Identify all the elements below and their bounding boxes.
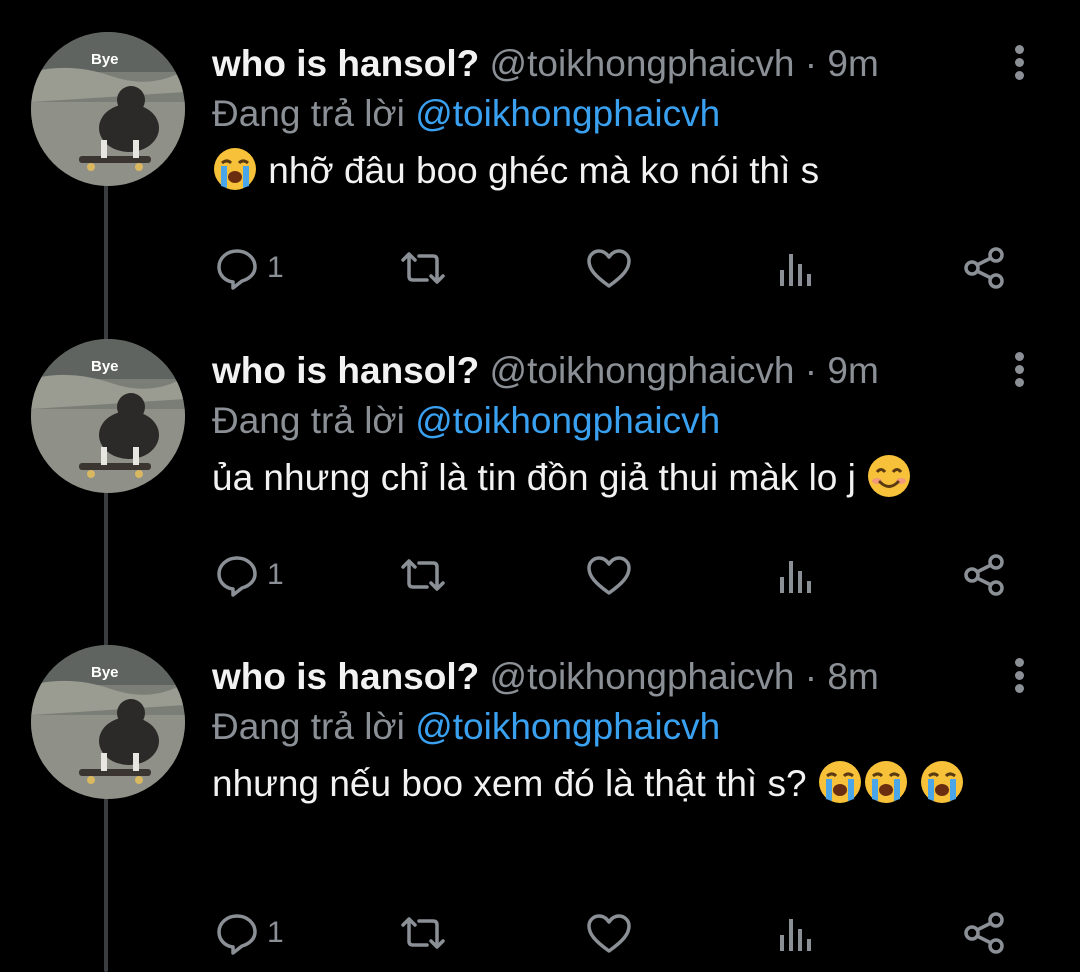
analytics-button[interactable] xyxy=(776,905,816,961)
reply-count: 1 xyxy=(267,916,284,949)
retweet-button[interactable] xyxy=(397,240,449,296)
tweet-timestamp[interactable]: 9m xyxy=(827,43,878,84)
vertical-dots-icon xyxy=(1014,352,1024,361)
reply-button[interactable]: 1 xyxy=(215,905,284,961)
heart-icon xyxy=(587,556,631,595)
speech-bubble-icon xyxy=(217,249,257,290)
tweet-actions: 1 xyxy=(0,547,1080,603)
reply-context: Đang trả lời @toikhongphaicvh xyxy=(212,90,1080,138)
reply-button[interactable]: 1 xyxy=(215,547,284,603)
bar-chart-icon xyxy=(780,254,811,286)
reply-prefix: Đang trả lời xyxy=(212,706,405,747)
share-button[interactable] xyxy=(962,240,1008,296)
separator-dot: · xyxy=(804,656,818,697)
separator-dot: · xyxy=(804,43,818,84)
speech-bubble-icon xyxy=(217,914,257,955)
more-options-button[interactable] xyxy=(1004,349,1034,395)
analytics-button[interactable] xyxy=(776,240,816,296)
avatar-label: Bye xyxy=(91,51,119,68)
share-icon xyxy=(964,912,1004,954)
tweet-text-block: ủa nhưng chỉ là tin đồn giả thui màk lo … xyxy=(212,451,1032,505)
heart-icon xyxy=(587,249,631,288)
tweet-header: who is hansol? @toikhongphaicvh · 9m xyxy=(212,347,1080,395)
retweet-icon xyxy=(401,917,445,949)
tweet-text-block: nhỡ đâu boo ghéc mà ko nói thì s xyxy=(212,144,1032,198)
tweet-text-block: nhưng nếu boo xem đó là thật thì s? xyxy=(212,757,1012,811)
like-button[interactable] xyxy=(585,240,633,296)
tweet-text: nhưng nếu boo xem đó là thật thì s? xyxy=(212,763,807,804)
tweet-header: who is hansol? @toikhongphaicvh · 8m xyxy=(212,653,1080,701)
author-handle[interactable]: @toikhongphaicvh xyxy=(490,350,795,391)
more-options-button[interactable] xyxy=(1004,655,1034,701)
loudly-crying-face-icon xyxy=(863,759,909,805)
vertical-dots-icon xyxy=(1014,658,1024,667)
heart-icon xyxy=(587,914,631,953)
reply-button[interactable]: 1 xyxy=(215,240,284,296)
loudly-crying-face-icon xyxy=(212,146,258,192)
share-icon xyxy=(964,247,1004,289)
tweet-timestamp[interactable]: 9m xyxy=(827,350,878,391)
loudly-crying-face-icon xyxy=(817,759,863,805)
reply-to-handle[interactable]: @toikhongphaicvh xyxy=(415,706,720,747)
bar-chart-icon xyxy=(780,561,811,593)
tweet-actions: 1 xyxy=(0,240,1080,296)
share-button[interactable] xyxy=(962,547,1008,603)
author-name[interactable]: who is hansol? xyxy=(212,43,479,84)
more-options-button[interactable] xyxy=(1004,42,1034,88)
tweet-actions: 1 xyxy=(0,905,1080,961)
retweet-button[interactable] xyxy=(397,905,449,961)
reply-to-handle[interactable]: @toikhongphaicvh xyxy=(415,93,720,134)
share-icon xyxy=(964,554,1004,596)
reply-to-handle[interactable]: @toikhongphaicvh xyxy=(415,400,720,441)
avatar[interactable]: Bye xyxy=(31,32,185,186)
retweet-button[interactable] xyxy=(397,547,449,603)
like-button[interactable] xyxy=(585,905,633,961)
reply-context: Đang trả lời @toikhongphaicvh xyxy=(212,397,1080,445)
like-button[interactable] xyxy=(585,547,633,603)
tweet[interactable]: Bye who is hansol? @toikhongphaicvh · 9m… xyxy=(0,307,1080,612)
loudly-crying-face-icon xyxy=(919,759,965,805)
author-handle[interactable]: @toikhongphaicvh xyxy=(490,43,795,84)
separator-dot: · xyxy=(804,350,818,391)
avatar[interactable]: Bye xyxy=(31,339,185,493)
reply-prefix: Đang trả lời xyxy=(212,400,405,441)
tweet-header: who is hansol? @toikhongphaicvh · 9m xyxy=(212,40,1080,88)
tweet[interactable]: Bye who is hansol? @toikhongphaicvh · 8m… xyxy=(0,613,1080,972)
tweet-text: nhỡ đâu boo ghéc mà ko nói thì s xyxy=(268,150,820,191)
retweet-icon xyxy=(401,252,445,284)
avatar[interactable]: Bye xyxy=(31,645,185,799)
tweet-timestamp[interactable]: 8m xyxy=(827,656,878,697)
vertical-dots-icon xyxy=(1014,45,1024,54)
retweet-icon xyxy=(401,559,445,591)
avatar-label: Bye xyxy=(91,358,119,375)
smiling-face-icon xyxy=(866,453,912,499)
author-name[interactable]: who is hansol? xyxy=(212,350,479,391)
avatar-label: Bye xyxy=(91,664,119,681)
analytics-button[interactable] xyxy=(776,547,816,603)
reply-prefix: Đang trả lời xyxy=(212,93,405,134)
speech-bubble-icon xyxy=(217,556,257,597)
author-name[interactable]: who is hansol? xyxy=(212,656,479,697)
tweet[interactable]: Bye who is hansol? @toikhongphaicvh · 9m… xyxy=(0,0,1080,305)
share-button[interactable] xyxy=(962,905,1008,961)
tweet-text: ủa nhưng chỉ là tin đồn giả thui màk lo … xyxy=(212,457,856,498)
reply-count: 1 xyxy=(267,558,284,591)
author-handle[interactable]: @toikhongphaicvh xyxy=(490,656,795,697)
reply-count: 1 xyxy=(267,251,284,284)
reply-context: Đang trả lời @toikhongphaicvh xyxy=(212,703,1080,751)
bar-chart-icon xyxy=(780,919,811,951)
